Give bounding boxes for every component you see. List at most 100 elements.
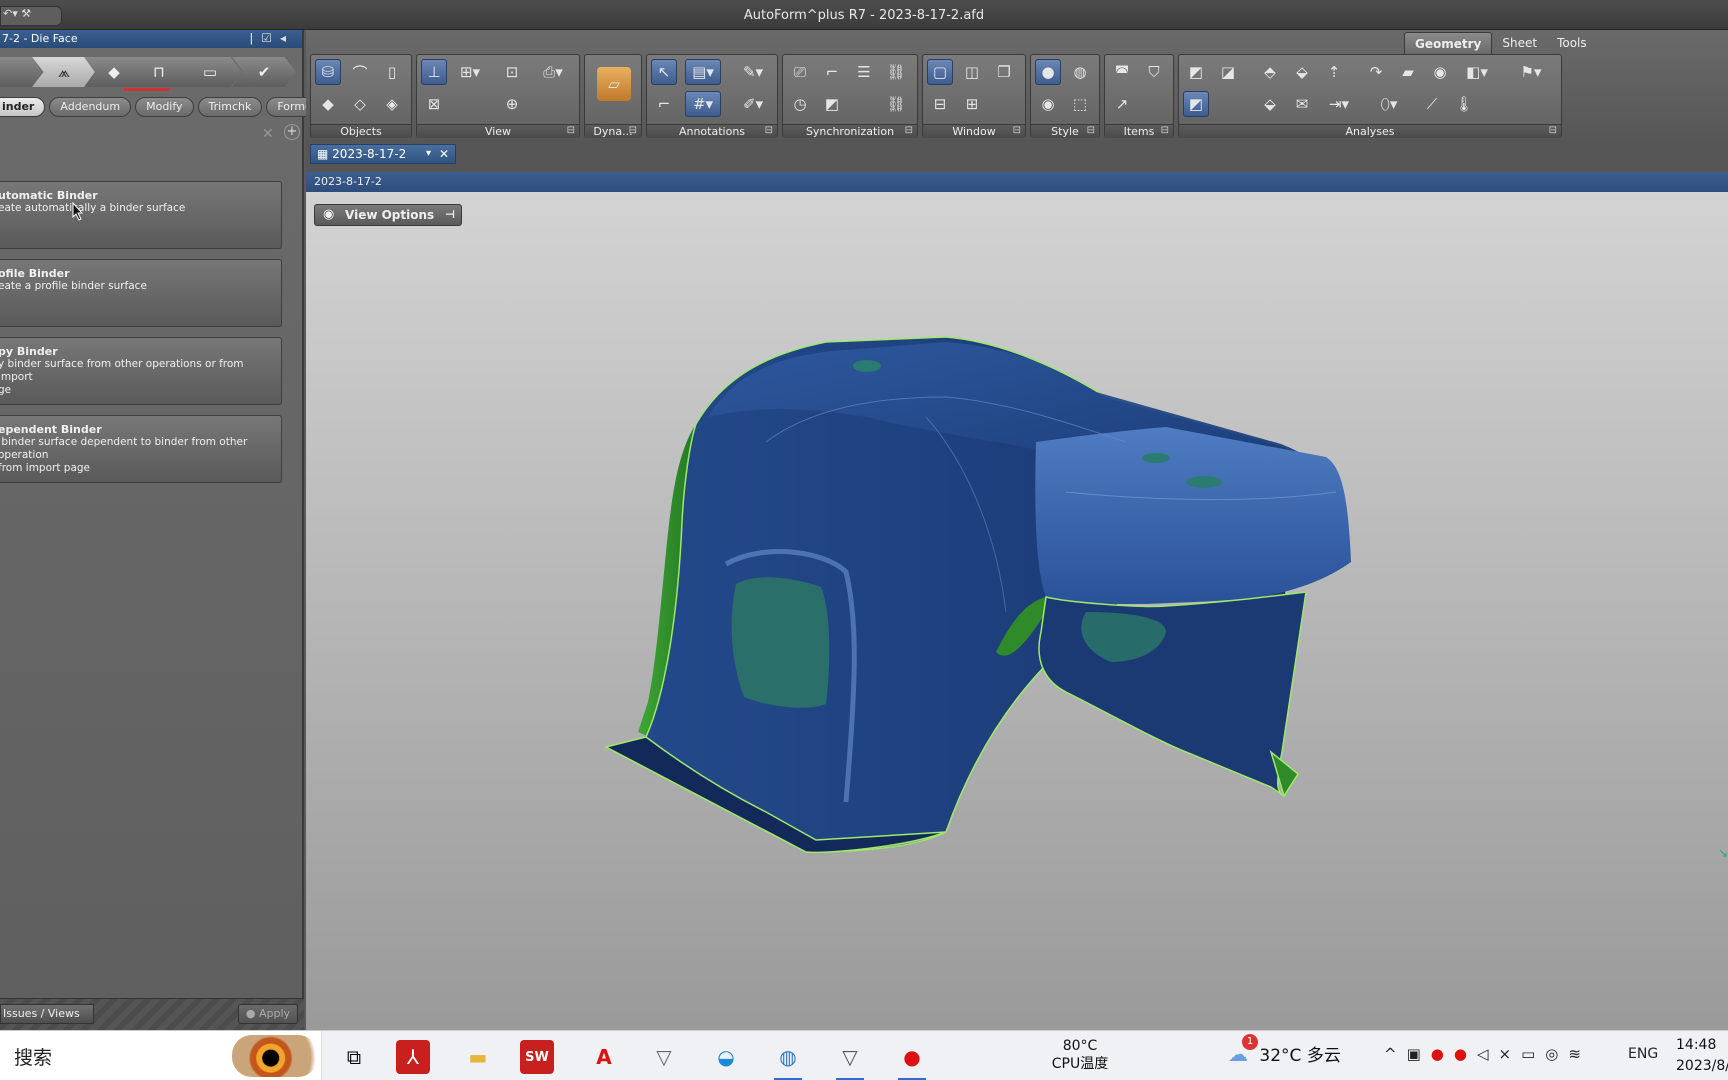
section-icon[interactable]: ▰ [1395, 59, 1421, 85]
add-icon[interactable]: + [284, 124, 300, 140]
subtab-addendum[interactable]: Addendum [49, 97, 132, 117]
record2-tray-icon[interactable]: ● [1454, 1045, 1477, 1063]
expand-icon[interactable]: ⊟ [765, 125, 773, 136]
binder-object-icon[interactable]: ◇ [347, 91, 373, 117]
dynamic-section-icon[interactable]: ▱ [597, 67, 631, 101]
apply-button[interactable]: ● Apply [238, 1004, 298, 1024]
pen-icon[interactable]: ✎▾ [733, 59, 773, 85]
autocad-icon[interactable]: A [584, 1037, 624, 1077]
input-language[interactable]: ENG [1628, 1046, 1658, 1062]
clock[interactable]: 14:48 2023/8/ [1676, 1035, 1728, 1077]
die-object-icon[interactable]: ⛁ [315, 59, 341, 85]
file-explorer-icon[interactable]: ▬ [458, 1037, 498, 1077]
plane-down-icon[interactable]: ⬙ [1257, 91, 1283, 117]
autoform-icon[interactable]: ▽ [644, 1037, 684, 1077]
center-view-icon[interactable]: ⊕ [499, 91, 525, 117]
expand-icon[interactable]: ⊟ [1013, 125, 1021, 136]
cpu-temp-widget[interactable]: 80°C CPU温度 [1040, 1037, 1120, 1073]
single-window-icon[interactable]: ▢ [927, 59, 953, 85]
book-object-icon[interactable]: ▯ [379, 59, 405, 85]
curvature-icon[interactable]: ◪ [1215, 59, 1241, 85]
tab-geometry[interactable]: Geometry [1404, 32, 1493, 54]
tool-item-icon[interactable]: ⛉ [1141, 59, 1167, 85]
subtab-binder[interactable]: inder [0, 97, 46, 117]
op-profile-binder[interactable]: ofile Binder eate a profile binder surfa… [0, 259, 282, 327]
envelope-icon[interactable]: ✉ [1289, 91, 1315, 117]
marker-icon[interactable]: ✐▾ [733, 91, 773, 117]
sync-label-icon[interactable]: ⌐ [819, 59, 845, 85]
op-copy-binder[interactable]: py Binder y binder surface from other op… [0, 337, 282, 405]
flange-object-icon[interactable]: ◈ [379, 91, 405, 117]
transparent-icon[interactable]: ⬚ [1067, 91, 1093, 117]
close-tab-icon[interactable]: ✕ [439, 145, 449, 163]
sync-settings-icon[interactable]: ☰ [851, 59, 877, 85]
browser-icon[interactable]: ◍ [768, 1037, 808, 1080]
fit-view-icon[interactable]: ⊡ [499, 59, 525, 85]
direction-icon[interactable]: ⇡ [1321, 59, 1347, 85]
network-icon[interactable]: ◎ [1545, 1045, 1568, 1063]
tab-sheet[interactable]: Sheet [1492, 32, 1547, 54]
acrobat-icon[interactable]: ⅄ [396, 1040, 430, 1074]
arrow-item-icon[interactable]: ↗ [1109, 91, 1135, 117]
chevron-up-icon[interactable]: ^ [1384, 1045, 1407, 1063]
draft-angle-icon[interactable]: ⟋ [1419, 91, 1445, 117]
expand-icon[interactable]: ⊟ [1549, 125, 1557, 136]
autoform-active-icon[interactable]: ▽ [830, 1037, 870, 1080]
thickness-icon[interactable]: ⬯▾ [1371, 91, 1407, 117]
subtab-trimchk[interactable]: Trimchk [197, 97, 263, 117]
label-icon[interactable]: ⌐ [651, 91, 677, 117]
binder-analysis-icon[interactable]: ◩ [1183, 91, 1209, 117]
camera-icon[interactable]: ⎙▾ [533, 59, 573, 85]
op-dependent-binder[interactable]: ependent Binder binder surface dependent… [0, 415, 282, 483]
split-vertical-icon[interactable]: ◫ [959, 59, 985, 85]
sphere-analysis-icon[interactable]: ◉ [1427, 59, 1453, 85]
issues-views-button[interactable]: Issues / Views [0, 1004, 94, 1024]
quad-window-icon[interactable]: ⊞ [959, 91, 985, 117]
draw-icon[interactable]: ↷ [1363, 59, 1389, 85]
expand-icon[interactable]: ⊟ [1161, 125, 1169, 136]
sheet-item-icon[interactable]: ◚ [1109, 59, 1135, 85]
select-pointer-icon[interactable]: ↖ [651, 59, 677, 85]
link-icon[interactable]: ⛓ [883, 59, 909, 85]
close-icon[interactable]: ✕ [262, 126, 274, 142]
taskbar-search[interactable]: 搜索 [0, 1031, 322, 1080]
document-tab[interactable]: ▦ 2023-8-17-2 ▾ ✕ [310, 144, 456, 164]
battery-icon[interactable]: ▭ [1521, 1045, 1545, 1063]
zoom-box-icon[interactable]: ⊠ [421, 91, 447, 117]
collapse-icon[interactable]: ◂ [280, 31, 294, 45]
measure-icon[interactable]: ▤▾ [685, 59, 721, 85]
subtab-modify[interactable]: Modify [135, 97, 194, 117]
solidworks-icon[interactable]: SW [520, 1040, 554, 1074]
mesh-sphere-icon[interactable]: ◉ [1035, 91, 1061, 117]
recorder-icon[interactable]: ● [892, 1037, 932, 1080]
zebra-icon[interactable]: ◧▾ [1459, 59, 1495, 85]
volume-muted-icon[interactable]: ◁× [1477, 1045, 1521, 1063]
plane-icon[interactable]: ⬘ [1257, 59, 1283, 85]
cascade-window-icon[interactable]: ❐ [991, 59, 1017, 85]
clock-icon[interactable]: ◷ [787, 91, 813, 117]
tab-tools[interactable]: Tools [1547, 32, 1597, 54]
3d-viewport[interactable]: ◉ View Options ⊣ ↘ [306, 192, 1728, 1030]
op-automatic-binder[interactable]: utomatic Binder eate automatically a bin… [0, 181, 282, 249]
weather-widget[interactable]: ☁ 1 32°C 多云 [1228, 1034, 1341, 1066]
sync-surface-icon[interactable]: ◩ [819, 91, 845, 117]
task-view-icon[interactable]: ⧉ [334, 1037, 374, 1077]
surface-analysis-icon[interactable]: ◩ [1183, 59, 1209, 85]
sync-camera-icon[interactable]: ⎚ [787, 59, 813, 85]
temperature-icon[interactable]: 🌡 [1451, 91, 1477, 117]
expand-icon[interactable]: ⊟ [629, 125, 637, 136]
wire-sphere-icon[interactable]: ◍ [1067, 59, 1093, 85]
info-icon[interactable]: ǀ [250, 31, 262, 45]
record-tray-icon[interactable]: ● [1431, 1045, 1454, 1063]
checklist-icon[interactable]: ☑ [261, 31, 280, 45]
expand-icon[interactable]: ⊟ [1087, 125, 1095, 136]
punch-object-icon[interactable]: ⌒ [347, 59, 373, 85]
blank-object-icon[interactable]: ◆ [315, 91, 341, 117]
edge-icon[interactable]: ◒ [706, 1037, 746, 1077]
wifi-icon[interactable]: ≋ [1568, 1045, 1591, 1063]
view-options-button[interactable]: ◉ View Options ⊣ [314, 204, 462, 226]
pin-icon[interactable]: ⊣ [445, 205, 455, 225]
view-preset-icon[interactable]: ⊞▾ [453, 59, 487, 85]
split-horizontal-icon[interactable]: ⊟ [927, 91, 953, 117]
axes-view-icon[interactable]: ⊥ [421, 59, 447, 85]
